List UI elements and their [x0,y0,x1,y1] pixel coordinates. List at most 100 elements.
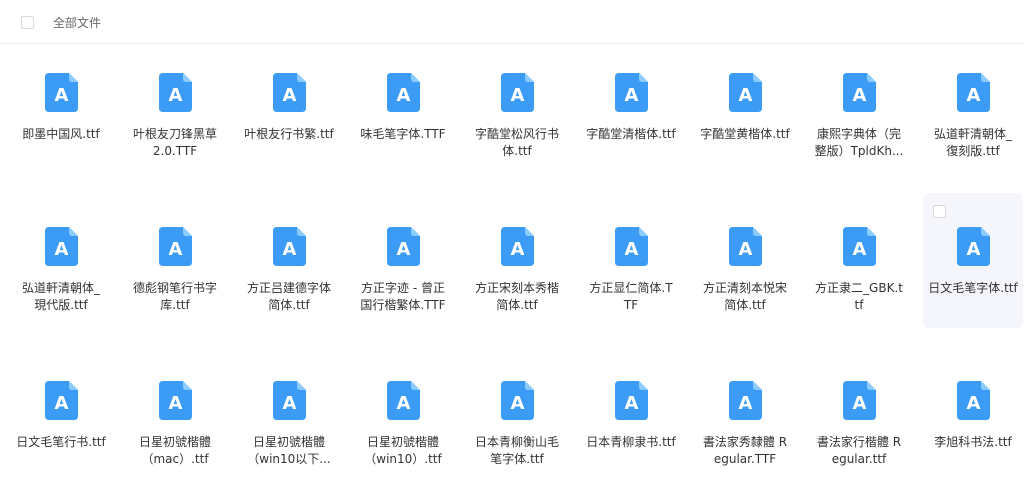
svg-text:A: A [511,239,525,260]
file-name: 方正隶二_GBK.t tf [809,280,909,314]
file-name-line: 李旭科书法.ttf [934,435,1012,449]
font-file-icon: A [273,73,306,112]
file-name-line: 日文毛笔字体.ttf [928,281,1018,295]
svg-text:A: A [283,393,297,414]
svg-text:A: A [853,85,867,106]
file-tile[interactable]: A 方正隶二_GBK.t tf [809,193,909,328]
file-name-line: TF [623,298,639,312]
svg-text:A: A [169,393,183,414]
file-tile[interactable]: A 書法家秀隸體 R egular.TTF [695,347,795,482]
font-file-icon: A [615,73,648,112]
font-file-icon: A [843,227,876,266]
file-name-line: egular.ttf [831,452,887,466]
file-name: 康熙字典体（完 整版）TpldKh... [809,126,909,160]
file-name: 方正字迹 - 曾正 国行楷繁体.TTF [353,280,453,314]
file-tile[interactable]: A 日星初號楷體 （win10）.ttf [353,347,453,482]
file-tile[interactable]: A 叶根友行书繁.ttf [239,39,339,174]
file-name-line: 日本青柳衡山毛 [474,435,559,449]
file-name-line: 日本青柳隶书.ttf [586,435,676,449]
file-tile[interactable]: A 日本青柳隶书.ttf [581,347,681,482]
file-tile[interactable]: A 方正宋刻本秀楷 简体.ttf [467,193,567,328]
font-file-icon: A [957,227,990,266]
font-file-icon: A [501,73,534,112]
file-tile[interactable]: A 方正清刻本悦宋 简体.ttf [695,193,795,328]
file-name-line: 叶根友刀锋黑草 [132,127,217,141]
file-name-line: 現代版.ttf [34,298,88,312]
file-name-line: 弘道軒清朝体_ [933,127,1012,141]
svg-text:A: A [967,85,981,106]
font-file-icon: A [957,73,990,112]
file-tile[interactable]: A 李旭科书法.ttf [923,347,1023,482]
file-select-checkbox[interactable] [933,205,946,218]
file-tile[interactable]: A 弘道軒清朝体_ 復刻版.ttf [923,39,1023,174]
file-name-line: 字酷堂清楷体.ttf [586,127,676,141]
file-name-line: 日星初號楷體 [252,435,325,449]
svg-text:A: A [511,393,525,414]
file-tile[interactable]: A 日文毛笔行书.ttf [11,347,111,482]
font-file-icon: A [273,227,306,266]
file-name-line: 方正清刻本悦宋 [702,281,787,295]
svg-text:A: A [283,85,297,106]
file-name-line: 弘道軒清朝体_ [21,281,100,295]
file-tile[interactable]: A 弘道軒清朝体_ 現代版.ttf [11,193,111,328]
file-name: 字酷堂清楷体.ttf [581,126,681,143]
file-name-line: 字酷堂黄楷体.ttf [700,127,790,141]
file-name-line: 体.ttf [502,144,532,158]
font-file-icon: A [615,227,648,266]
file-name-line: 国行楷繁体.TTF [360,298,446,312]
svg-text:A: A [739,239,753,260]
file-tile[interactable]: A 字酷堂黄楷体.ttf [695,39,795,174]
file-name-line: （win10以下... [247,452,331,466]
file-name: 書法家秀隸體 R egular.TTF [695,434,795,468]
file-name-line: 復刻版.ttf [946,144,1000,158]
svg-text:A: A [397,239,411,260]
font-file-icon: A [387,227,420,266]
file-name: 字酷堂松风行书 体.ttf [467,126,567,160]
file-tile[interactable]: A 方正吕建德字体 简体.ttf [239,193,339,328]
file-tile[interactable]: A 字酷堂松风行书 体.ttf [467,39,567,174]
file-grid: A 即墨中国风.ttf A 叶根友刀锋黑草 2.0.TTF A 叶根友行书繁.ttf A 味毛笔… [0,0,1024,490]
file-tile[interactable]: A 味毛笔字体.TTF [353,39,453,174]
file-tile[interactable]: A 日本青柳衡山毛 笔字体.ttf [467,347,567,482]
file-name: 方正显仁简体.T TF [581,280,681,314]
file-tile[interactable]: A 字酷堂清楷体.ttf [581,39,681,174]
font-file-icon: A [159,227,192,266]
font-file-icon: A [615,381,648,420]
file-tile[interactable]: A 日星初號楷體 （win10以下... [239,347,339,482]
file-tile[interactable]: A 康熙字典体（完 整版）TpldKh... [809,39,909,174]
file-name-line: 方正隶二_GBK.t [815,281,903,295]
svg-text:A: A [511,85,525,106]
file-name: 弘道軒清朝体_ 復刻版.ttf [923,126,1023,160]
file-name: 即墨中国风.ttf [11,126,111,143]
file-name-line: 即墨中国风.ttf [22,127,100,141]
file-name-line: 笔字体.ttf [490,452,544,466]
font-file-icon: A [501,381,534,420]
file-tile[interactable]: A 即墨中国风.ttf [11,39,111,174]
file-tile[interactable]: A 德彪钢笔行书字 库.ttf [125,193,225,328]
file-name-line: 味毛笔字体.TTF [360,127,446,141]
file-name-line: （win10）.ttf [364,452,442,466]
file-tile[interactable]: A 叶根友刀锋黑草 2.0.TTF [125,39,225,174]
font-file-icon: A [387,73,420,112]
svg-text:A: A [739,393,753,414]
file-name-line: 書法家行楷體 R [816,435,902,449]
file-tile[interactable]: A 方正字迹 - 曾正 国行楷繁体.TTF [353,193,453,328]
file-name-line: 2.0.TTF [152,144,198,158]
svg-text:A: A [853,239,867,260]
file-name: 日星初號楷體 （win10）.ttf [353,434,453,468]
svg-text:A: A [967,393,981,414]
file-tile[interactable]: A 書法家行楷體 R egular.ttf [809,347,909,482]
file-tile[interactable]: A 日文毛笔字体.ttf [923,193,1023,328]
file-tile[interactable]: A 方正显仁简体.T TF [581,193,681,328]
file-name: 日星初號楷體 （win10以下... [239,434,339,468]
svg-text:A: A [625,85,639,106]
file-name-line: 日文毛笔行书.ttf [16,435,106,449]
file-name-line: 简体.ttf [496,298,538,312]
file-name: 味毛笔字体.TTF [353,126,453,143]
file-name: 方正清刻本悦宋 简体.ttf [695,280,795,314]
svg-text:A: A [739,85,753,106]
file-tile[interactable]: A 日星初號楷體 （mac）.ttf [125,347,225,482]
font-file-icon: A [843,381,876,420]
font-file-icon: A [273,381,306,420]
file-name-line: 字酷堂松风行书 [474,127,559,141]
